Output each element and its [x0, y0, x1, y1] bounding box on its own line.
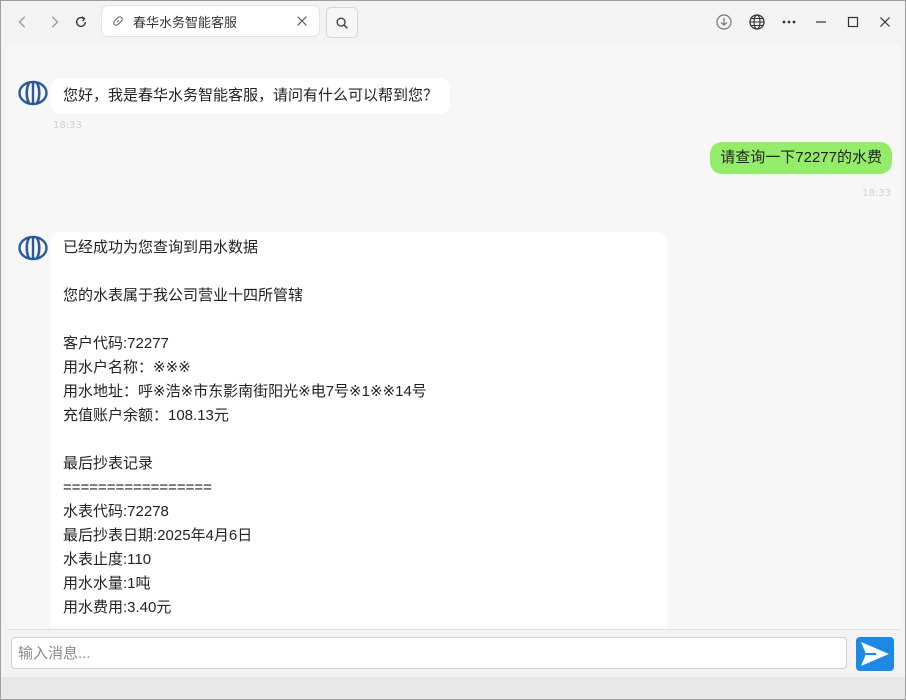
globe-icon[interactable] [741, 6, 773, 38]
browser-window: 春华水务智能客服 您好，我是春华水务智能客服，请问有什么可以帮到您？ 18:33… [0, 0, 906, 700]
download-icon[interactable] [708, 6, 740, 38]
bot-message: 已经成功为您查询到用水数据 您的水表属于我公司营业十四所管辖 客户代码:7227… [51, 232, 667, 629]
bot-message: 您好，我是春华水务智能客服，请问有什么可以帮到您？ [51, 78, 451, 114]
message-input[interactable] [11, 637, 847, 669]
user-message: 请查询一下72277的水费 [710, 142, 892, 174]
browser-tab[interactable]: 春华水务智能客服 [102, 6, 319, 36]
chat-viewport[interactable]: 您好，我是春华水务智能客服，请问有什么可以帮到您？ 18:33 请查询一下722… [7, 45, 901, 629]
more-icon[interactable] [773, 6, 805, 38]
refresh-icon[interactable] [68, 9, 94, 35]
browser-toolbar: 春华水务智能客服 [1, 1, 905, 43]
back-icon[interactable] [10, 9, 36, 35]
send-button[interactable] [856, 637, 894, 671]
send-icon [861, 642, 889, 666]
forward-icon[interactable] [41, 9, 67, 35]
bottom-strip [1, 677, 905, 699]
bot-avatar [18, 78, 48, 108]
bot-avatar [18, 233, 48, 263]
window-controls [708, 1, 905, 43]
link-icon [111, 14, 125, 28]
message-time: 18:33 [862, 188, 891, 199]
close-icon[interactable] [295, 14, 309, 28]
search-icon [336, 16, 348, 29]
message-time: 18:33 [53, 120, 82, 131]
search-button[interactable] [326, 7, 358, 38]
maximize-icon[interactable] [837, 6, 869, 38]
minimize-icon[interactable] [805, 6, 837, 38]
tab-title: 春华水务智能客服 [133, 15, 238, 31]
input-bar [7, 629, 901, 678]
window-close-icon[interactable] [869, 6, 901, 38]
